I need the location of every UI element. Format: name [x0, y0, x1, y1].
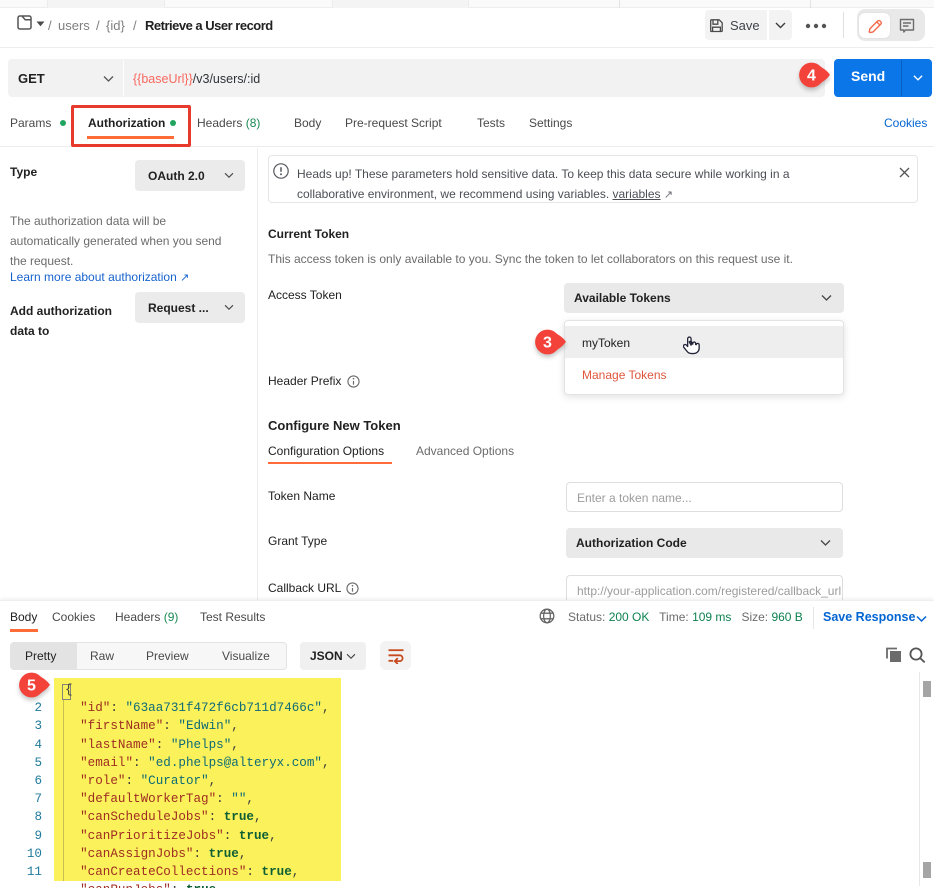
- svg-text:4: 4: [807, 68, 816, 85]
- svg-text:5: 5: [27, 678, 36, 695]
- svg-text:3: 3: [543, 335, 552, 352]
